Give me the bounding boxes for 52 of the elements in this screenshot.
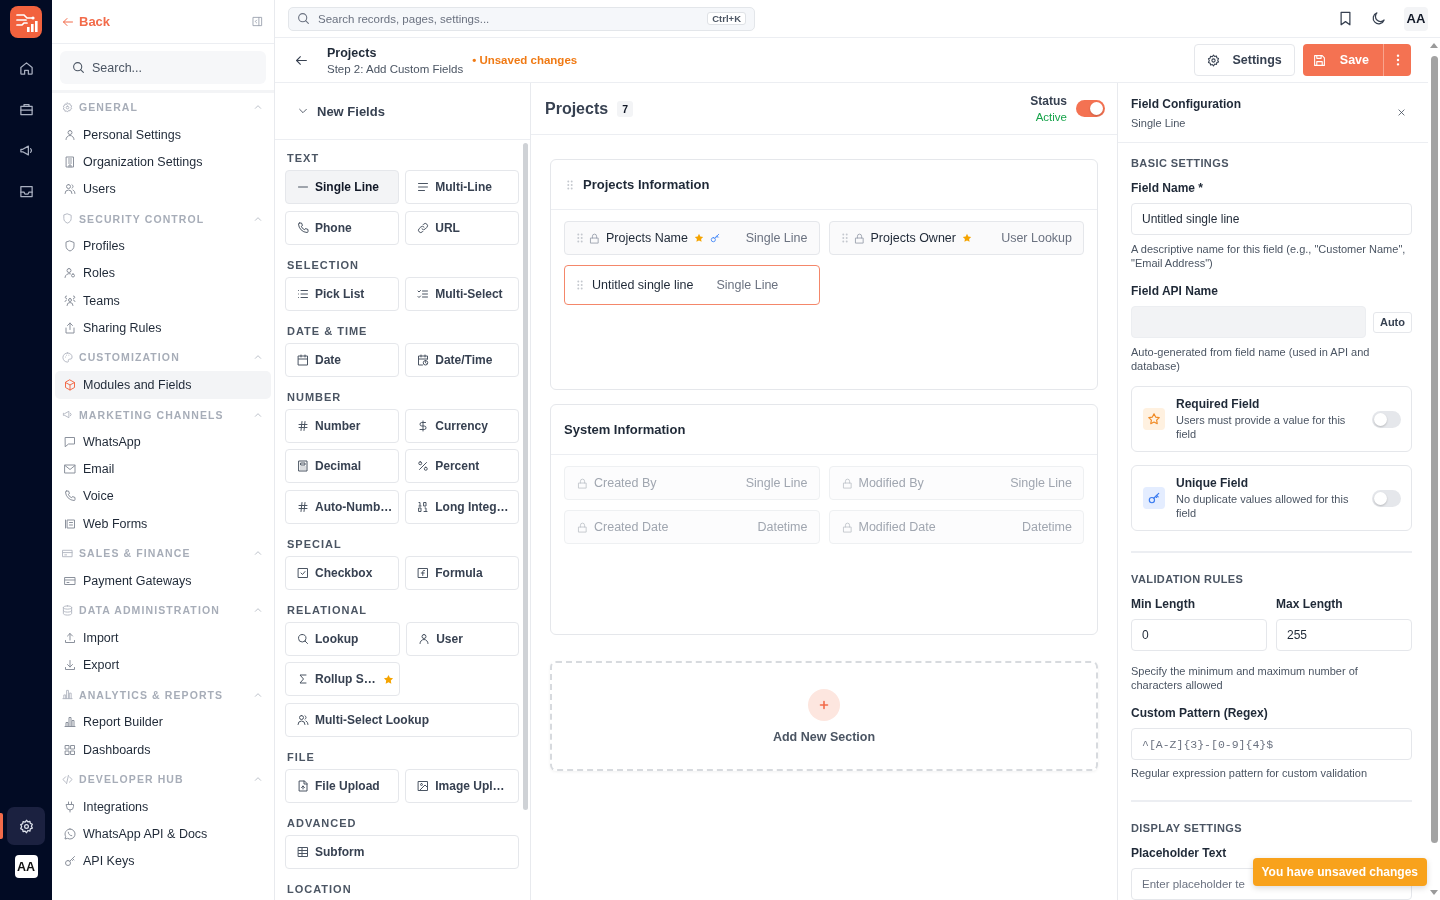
setting-title: Unique Field xyxy=(1176,476,1249,490)
page-title: Projects xyxy=(327,45,378,60)
module-title: Projects xyxy=(545,99,609,118)
section-title: Projects Information xyxy=(583,177,710,192)
setting-description: No duplicate values allowed for this field xyxy=(1176,492,1350,520)
field-label: Max Length xyxy=(1276,597,1344,611)
help-text: Auto-generated from field name (used in API and database) xyxy=(1131,345,1371,373)
field-group-heading: FILE xyxy=(287,749,316,765)
field-type: Single Line xyxy=(745,476,808,490)
help-text: A descriptive name for this field (e.g., "Customer Name", "Email Address") xyxy=(1131,242,1407,270)
field-group-heading: SELECTION xyxy=(287,257,360,273)
field-type: Single Line xyxy=(716,278,779,292)
field-name: Created Date xyxy=(594,520,669,534)
field-name: Created By xyxy=(594,476,657,490)
field-group-heading: DATE & TIME xyxy=(287,323,369,339)
setting-description: Users must provide a value for this field xyxy=(1176,413,1347,441)
field-group-heading: RELATIONAL xyxy=(287,602,369,618)
field-group-heading: LOCATION xyxy=(287,881,353,897)
field-type: Single Line xyxy=(1010,476,1072,490)
field-name: Projects Name xyxy=(606,231,688,245)
help-text: Regular expression pattern for custom validation xyxy=(1131,766,1368,780)
field-group-heading: SPECIAL xyxy=(287,536,343,552)
page-subtitle: Step 2: Add Custom Fields xyxy=(327,62,464,75)
unsaved-status: • Unsaved changes xyxy=(472,54,578,66)
field-label: Custom Pattern (Regex) xyxy=(1131,706,1269,720)
field-group-heading: ADVANCED xyxy=(287,815,358,831)
field-name: Modified Date xyxy=(858,520,936,534)
field-name: Untitled single line xyxy=(592,278,694,292)
field-count: 7 xyxy=(617,100,633,117)
field-type: Datetime xyxy=(1021,520,1072,534)
field-label: Placeholder Text xyxy=(1131,846,1228,860)
section-title: System Information xyxy=(564,422,686,437)
field-label: Field API Name xyxy=(1131,284,1219,298)
status-value: Active xyxy=(1035,111,1067,123)
field-label: Field Name * xyxy=(1131,181,1205,195)
field-type: Single Line xyxy=(745,231,808,245)
setting-title: Required Field xyxy=(1176,397,1261,411)
help-text: Specify the minimum and maximum number of characters allowed xyxy=(1131,664,1359,692)
field-group-heading: NUMBER xyxy=(287,389,343,405)
field-name: Projects Owner xyxy=(870,231,956,245)
panel-subtitle: Single Line xyxy=(1131,116,1187,129)
field-type: User Lookup xyxy=(1001,231,1072,245)
unsaved-changes-toast: You have unsaved changes xyxy=(1252,858,1427,886)
section-heading: DISPLAY SETTINGS xyxy=(1131,821,1243,835)
field-name: Modified By xyxy=(858,476,924,490)
section-heading: VALIDATION RULES xyxy=(1131,572,1245,586)
field-label: Min Length xyxy=(1131,597,1196,611)
section-heading: BASIC SETTINGS xyxy=(1131,156,1230,170)
panel-title: Field Configuration xyxy=(1131,96,1241,111)
status-label: Status xyxy=(1030,94,1067,108)
field-type: Datetime xyxy=(757,520,808,534)
field-group-heading: TEXT xyxy=(287,151,321,166)
